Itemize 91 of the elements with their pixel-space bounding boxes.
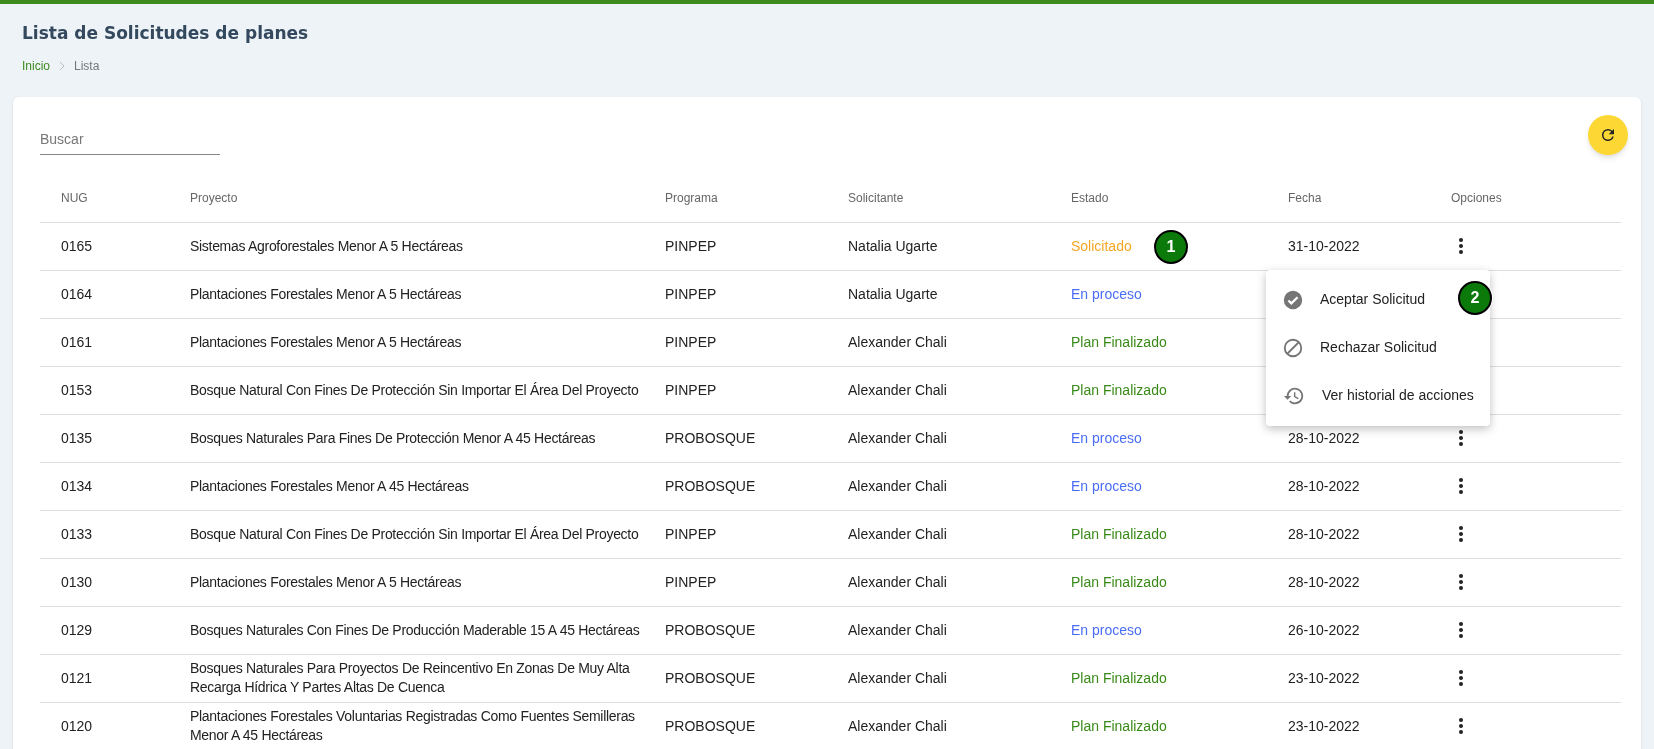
table-cell: 23-10-2022 bbox=[1288, 669, 1360, 686]
table-cell: Alexander Chali bbox=[848, 525, 947, 542]
table-cell: Alexander Chali bbox=[848, 621, 947, 638]
more-vertical-icon bbox=[1458, 669, 1464, 687]
more-vertical-icon bbox=[1458, 237, 1464, 255]
table-cell: Sistemas Agroforestales Menor A 5 Hectáreas bbox=[190, 237, 463, 254]
status-text: En proceso bbox=[1071, 621, 1142, 638]
table-cell: 0120 bbox=[61, 717, 93, 734]
table-cell: 28-10-2022 bbox=[1288, 525, 1360, 542]
block-icon bbox=[1282, 336, 1304, 359]
table-cell: 0134 bbox=[61, 477, 93, 494]
table-cell: Bosque Natural Con Fines De Protección Sin Importar El Área Del Proyecto bbox=[190, 381, 639, 398]
status-text: Plan Finalizado bbox=[1071, 573, 1167, 590]
table-cell: 28-10-2022 bbox=[1288, 477, 1360, 494]
more-vertical-icon bbox=[1458, 525, 1464, 543]
check-circle-icon bbox=[1282, 288, 1304, 311]
table-cell: PINPEP bbox=[665, 333, 717, 350]
table-cell: Plantaciones Forestales Menor A 45 Hectáreas bbox=[190, 477, 469, 494]
column-header: Estado bbox=[1071, 191, 1109, 205]
column-header: Fecha bbox=[1288, 191, 1322, 205]
menu-item[interactable]: Rechazar Solicitud bbox=[1266, 323, 1453, 372]
table-cell: 0129 bbox=[61, 621, 93, 638]
table-cell: Plantaciones Forestales Voluntarias Registradas Como Fuentes Semilleras Menor A 45 Hectáreas bbox=[190, 708, 635, 743]
status-text: En proceso bbox=[1071, 285, 1142, 302]
page-title: Lista de Solicitudes de planes bbox=[22, 22, 310, 45]
table-cell: Plantaciones Forestales Menor A 5 Hectáreas bbox=[190, 573, 462, 590]
table-cell: 0165 bbox=[61, 237, 93, 254]
column-header: Programa bbox=[665, 191, 718, 205]
table-cell: PROBOSQUE bbox=[665, 717, 756, 734]
table-cell: 0130 bbox=[61, 573, 93, 590]
table-cell: 0164 bbox=[61, 285, 93, 302]
table-cell: Alexander Chali bbox=[848, 333, 947, 350]
number-badge: 1 bbox=[1154, 229, 1188, 264]
table-cell: Alexander Chali bbox=[848, 381, 947, 398]
more-vertical-icon bbox=[1458, 573, 1464, 591]
table-cell: PINPEP bbox=[665, 525, 717, 542]
table-cell: 26-10-2022 bbox=[1288, 621, 1360, 638]
table-cell: 0161 bbox=[61, 333, 93, 350]
table-cell: 0153 bbox=[61, 381, 93, 398]
table-cell: Bosques Naturales Con Fines De Producción Maderable 15 A 45 Hectáreas bbox=[190, 621, 640, 638]
search-field[interactable]: Buscar bbox=[40, 124, 220, 155]
table-cell: 0121 bbox=[61, 669, 93, 686]
table-cell: Plantaciones Forestales Menor A 5 Hectáreas bbox=[190, 333, 462, 350]
status-text: En proceso bbox=[1071, 429, 1142, 446]
more-vertical-icon bbox=[1458, 717, 1464, 735]
more-vertical-icon bbox=[1458, 621, 1464, 639]
table-cell: Natalia Ugarte bbox=[848, 285, 938, 302]
table-cell: PROBOSQUE bbox=[665, 621, 756, 638]
status-text: Plan Finalizado bbox=[1071, 525, 1167, 542]
status-text: Plan Finalizado bbox=[1071, 717, 1167, 734]
table-cell: Plantaciones Forestales Menor A 5 Hectáreas bbox=[190, 285, 462, 302]
table-cell: 31-10-2022 bbox=[1288, 237, 1360, 254]
table-cell: Alexander Chali bbox=[848, 429, 947, 446]
table-cell: 0133 bbox=[61, 525, 93, 542]
table-cell: PROBOSQUE bbox=[665, 429, 756, 446]
breadcrumb-current: Lista bbox=[74, 57, 100, 75]
table-cell: 23-10-2022 bbox=[1288, 717, 1360, 734]
table-cell: PINPEP bbox=[665, 237, 717, 254]
table-cell: PINPEP bbox=[665, 285, 717, 302]
menu-item[interactable]: Ver historial de acciones bbox=[1266, 371, 1490, 420]
more-vertical-icon bbox=[1458, 429, 1464, 447]
breadcrumb-link[interactable]: Inicio bbox=[22, 56, 50, 75]
table-cell: 28-10-2022 bbox=[1288, 573, 1360, 590]
table-cell: Alexander Chali bbox=[848, 717, 947, 734]
table-cell: 0135 bbox=[61, 429, 93, 446]
more-vertical-icon bbox=[1458, 477, 1464, 495]
refresh-button[interactable] bbox=[1588, 114, 1628, 155]
table-cell: Bosques Naturales Para Proyectos De Reincentivo En Zonas De Muy Alta Recarga Hídrica Y Partes Altas De Cuenca bbox=[190, 660, 630, 695]
table-cell: 28-10-2022 bbox=[1288, 429, 1360, 446]
status-text: Plan Finalizado bbox=[1071, 669, 1167, 686]
table-cell: Alexander Chali bbox=[848, 573, 947, 590]
table-cell: Natalia Ugarte bbox=[848, 237, 938, 254]
status-text: Solicitado bbox=[1071, 237, 1132, 254]
table-cell: Alexander Chali bbox=[848, 669, 947, 686]
table-cell: PROBOSQUE bbox=[665, 477, 756, 494]
status-text: Plan Finalizado bbox=[1071, 381, 1167, 398]
table-cell: Alexander Chali bbox=[848, 477, 947, 494]
status-text: En proceso bbox=[1071, 477, 1142, 494]
column-header: Opciones bbox=[1451, 191, 1502, 205]
table-cell: PROBOSQUE bbox=[665, 669, 756, 686]
column-header: Solicitante bbox=[848, 191, 904, 205]
chevron-right-icon bbox=[58, 60, 66, 71]
table-cell: PINPEP bbox=[665, 381, 717, 398]
number-badge: 2 bbox=[1458, 280, 1492, 315]
table-cell: Bosques Naturales Para Fines De Protección Menor A 45 Hectáreas bbox=[190, 429, 596, 446]
menu-item[interactable]: Aceptar Solicitud bbox=[1266, 275, 1442, 324]
column-header: NUG bbox=[61, 191, 88, 205]
column-header: Proyecto bbox=[190, 191, 238, 205]
table-cell: Bosque Natural Con Fines De Protección Sin Importar El Área Del Proyecto bbox=[190, 525, 639, 542]
status-text: Plan Finalizado bbox=[1071, 333, 1167, 350]
table-cell: PINPEP bbox=[665, 573, 717, 590]
